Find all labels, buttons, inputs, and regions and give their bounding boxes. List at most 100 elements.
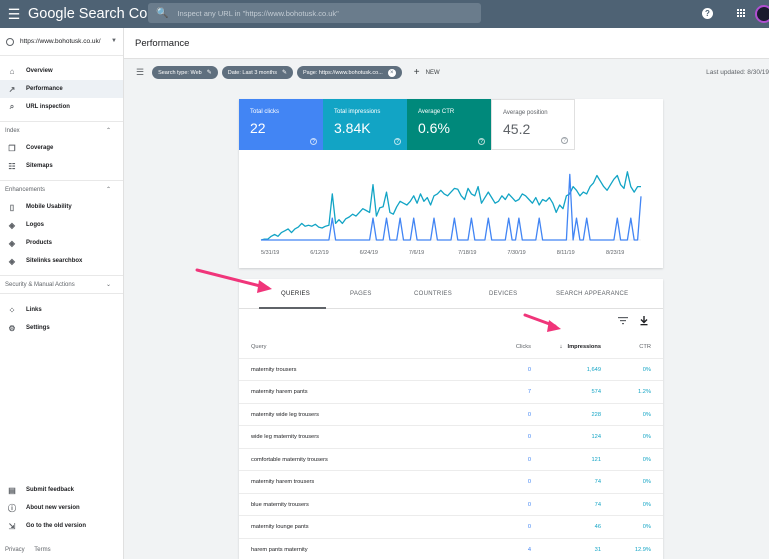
table-row[interactable]: maternity harem pants 7 574 1.2% [239,381,663,404]
help-icon[interactable]: ? [394,138,401,145]
sidebar-item-label: About new version [26,505,80,511]
sidebar-item-overview[interactable]: ⌂ Overview [0,62,123,80]
x-tick-label: 7/6/19 [409,250,424,256]
sidebar-item-label: Overview [26,68,53,74]
sidebar-item-performance[interactable]: ↗ Performance [0,80,123,98]
metric-average-ctr[interactable]: Average CTR 0.6% ? [407,99,491,150]
table-row[interactable]: maternity trousers 0 1,649 0% [239,359,663,381]
x-tick-label: 8/23/19 [606,250,624,256]
table-row[interactable]: maternity lounge pants 0 46 0% [239,516,663,539]
sidebar-item-url-inspection[interactable]: ⌕ URL inspection [0,98,123,116]
chip-page[interactable]: Page: https://www.bohotusk.co... × [297,66,402,79]
sidebar-item-label: Go to the old version [26,523,87,529]
column-header-ctr[interactable]: CTR [639,344,651,350]
queries-table-card: QUERIES PAGES COUNTRIES DEVICES SEARCH A… [239,279,663,559]
sidebar-item-about-new-version[interactable]: ⓘ About new version [0,499,124,517]
page-title: Performance [135,38,190,49]
apps-grid-icon[interactable] [737,9,746,18]
tab-pages[interactable]: PAGES [350,291,372,297]
x-tick-label: 8/11/19 [557,250,575,256]
hamburger-menu-icon[interactable]: ☰ [0,0,28,28]
url-inspection-search[interactable]: 🔍 [148,3,481,23]
sidebar-item-products[interactable]: ◈ Products [0,234,123,252]
table-row[interactable]: blue maternity trousers 0 74 0% [239,494,663,516]
dimension-tabs: QUERIES PAGES COUNTRIES DEVICES SEARCH A… [239,279,663,309]
metric-average-position[interactable]: Average position 45.2 ? [491,99,575,150]
ctr-cell: 12.9% [634,546,651,553]
property-selector[interactable]: https://www.bohotusk.co.uk/ ▼ [0,28,123,56]
sidebar-item-settings[interactable]: ⚙ Settings [0,319,123,337]
app-logo[interactable]: Google Search Console [28,6,182,22]
sidebar-item-logos[interactable]: ◈ Logos [0,216,123,234]
help-icon[interactable]: ? [561,137,568,144]
avatar[interactable] [755,5,769,23]
sidebar-item-label: Mobile Usability [26,204,72,210]
table-row[interactable]: harem pants maternity 4 31 12.9% [239,539,663,559]
chip-search-type[interactable]: Search type: Web ✎ [152,66,218,79]
tab-devices[interactable]: DEVICES [489,291,517,297]
phone-icon: ▯ [9,202,15,212]
property-globe-icon [6,37,14,46]
section-security[interactable]: Security & Manual Actions ⌄ [0,275,123,293]
x-tick-label: 7/18/19 [458,250,476,256]
filter-icon[interactable]: ☰ [136,67,144,78]
sidebar-item-submit-feedback[interactable]: ▤ Submit feedback [0,481,124,499]
section-enhancements[interactable]: Enhancements ⌃ [0,180,123,198]
table-row[interactable]: comfortable maternity trousers 0 121 0% [239,449,663,471]
sidebar-item-mobile-usability[interactable]: ▯ Mobile Usability [0,198,123,216]
section-index[interactable]: Index ⌃ [0,121,123,139]
performance-chart-card: Total clicks 22 ? Total impressions 3.84… [239,99,663,268]
impressions-cell: 121 [591,456,602,463]
search-input[interactable] [177,8,478,18]
query-cell: blue maternity trousers [251,501,309,508]
filter-bar: ☰ Search type: Web ✎ Date: Last 3 months ✎… [124,59,769,86]
download-icon[interactable] [640,316,648,326]
query-cell: harem pants maternity [251,546,308,553]
impressions-cell: 574 [591,389,602,395]
table-row[interactable]: maternity wide leg trousers 0 228 0% [239,404,663,426]
tab-countries[interactable]: COUNTRIES [414,291,452,297]
top-app-bar: ☰ Google Search Console 🔍 ? [0,0,769,28]
help-icon[interactable]: ? [478,138,485,145]
query-cell: maternity trousers [251,366,297,373]
tab-queries[interactable]: QUERIES [281,291,310,297]
clicks-cell: 0 [527,411,531,418]
sidebar-item-sitemaps[interactable]: ☷ Sitemaps [0,157,123,175]
edit-pencil-icon[interactable]: ✎ [207,69,212,76]
sidebar-item-links[interactable]: ⁘ Links [0,301,123,319]
x-tick-label: 6/24/19 [360,250,378,256]
table-row[interactable]: maternity harem trousers 0 74 0% [239,471,663,494]
close-icon[interactable]: × [387,68,396,77]
filter-rows-icon[interactable] [618,317,628,325]
privacy-link[interactable]: Privacy [5,547,25,553]
impressions-cell: 124 [591,434,602,440]
metric-total-clicks[interactable]: Total clicks 22 ? [239,99,323,150]
sidebar: https://www.bohotusk.co.uk/ ▼ ⌂ Overview ↗… [0,28,124,559]
help-icon[interactable]: ? [702,8,713,19]
clicks-cell: 0 [527,479,531,485]
column-header-impressions[interactable]: ↓ Impressions [560,344,601,350]
active-tab-indicator [259,307,326,309]
search-icon: ⌕ [9,102,15,111]
sidebar-item-coverage[interactable]: ❐ Coverage [0,139,123,157]
metric-total-impressions[interactable]: Total impressions 3.84K ? [323,99,407,150]
new-filter-button[interactable]: + NEW [414,67,440,78]
clicks-cell: 0 [527,501,531,508]
sidebar-item-label: Settings [26,325,50,331]
help-icon[interactable]: ? [310,138,317,145]
tab-search-appearance[interactable]: SEARCH APPEARANCE [556,291,628,297]
impressions-cell: 74 [594,479,601,485]
diamond-icon: ◈ [8,238,16,248]
clicks-cell: 0 [527,456,531,463]
chip-date[interactable]: Date: Last 3 months ✎ [221,66,293,79]
sidebar-item-go-to-the-old-version[interactable]: ⇲ Go to the old version [0,517,124,535]
sidebar-item-sitelinks-searchbox[interactable]: ◈ Sitelinks searchbox [0,252,123,270]
column-header-query[interactable]: Query [251,344,267,350]
column-header-clicks[interactable]: Clicks [516,344,531,350]
terms-link[interactable]: Terms [34,547,50,553]
query-cell: maternity harem pants [251,389,308,395]
clicks-cell: 7 [527,389,531,395]
ctr-cell: 1.2% [638,389,651,395]
edit-pencil-icon[interactable]: ✎ [282,69,287,76]
table-row[interactable]: wide leg maternity trousers 0 124 0% [239,426,663,449]
